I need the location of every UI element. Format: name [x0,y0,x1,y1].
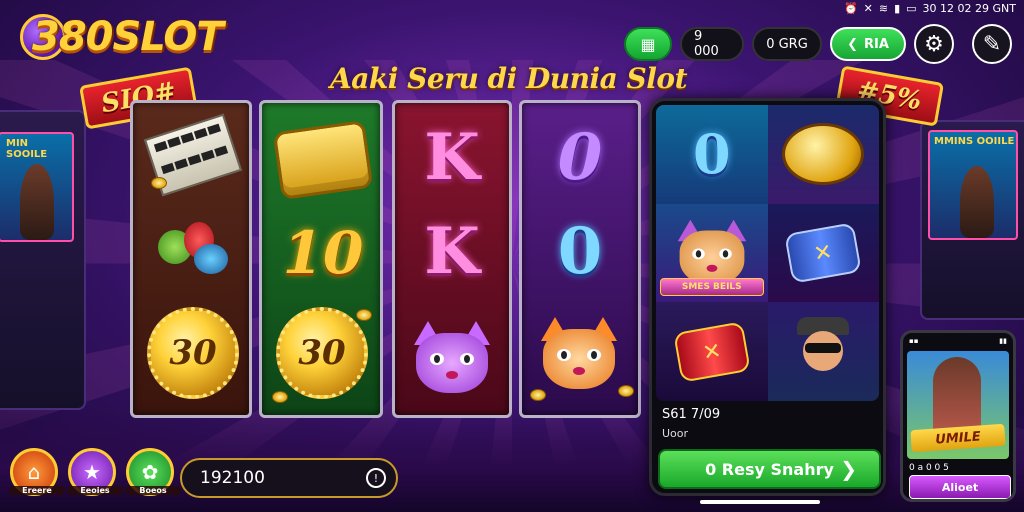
purple-cat-symbol [407,313,497,403]
left-cabinet-person [20,164,54,240]
edit-button[interactable]: ✎ [972,24,1012,64]
coins-display[interactable]: 9 000 [680,27,744,61]
phone-screen: 0 SMES BEILS ✕ ✕ [656,105,879,401]
signal-icon: ▮ [894,1,901,15]
mini-phone-preview: ▪▪ ▮▮ UMILE 0 a 0 0 5 Alioet [900,330,1016,502]
alarm-icon: ⏰ [843,1,858,15]
right-cabinet-person [960,166,994,238]
reel-4: 0 0 [519,100,641,418]
mini-phone-screen: UMILE [907,351,1009,459]
gold-block-symbol [272,117,374,203]
home-icon: ⌂ [27,460,41,484]
left-cabinet-title: MIN SOOILE [6,138,48,160]
phone-cell-cat: SMES BEILS [656,203,768,303]
page-title: Aaki Seru di Dunia Slot [330,62,688,95]
gear-icon: ⚙ [924,31,944,57]
settings-button[interactable]: ⚙ [914,24,954,64]
reel-3: K K [392,100,512,418]
chevron-left-icon: ❮ [847,36,858,52]
o-symbol: 0 [557,119,603,195]
nav-star-label: Eeoies [67,486,123,495]
gems-value: 0 GRG [766,36,808,52]
nav-home-label: Ereere [9,486,65,495]
bottom-nav: ⌂ Ereere ★ Eeoies ✿ Boeos [9,448,181,496]
medal-30-symbol: 30 [145,303,241,403]
gems-display[interactable]: 0 GRG [752,27,822,61]
shop-button[interactable]: ▦ [624,27,672,61]
status-bar: ⏰ ✕ ≋ ▮ ▭ 30 12 02 29 GNT [844,0,1016,16]
o-symbol: 0 [557,213,603,289]
reel-2: 10 30 [259,100,383,418]
phone-cell-o: 0 [656,105,768,204]
reel-1: 30 [130,100,252,418]
right-cabinet-title: MMINS OOIILE [934,136,1015,147]
shop-icon: ▦ [640,34,656,54]
coins-value: 9 000 [694,29,719,59]
logo: 380SLOT [14,6,264,66]
mini-action-button[interactable]: Alioet [909,475,1011,499]
mini-title: UMILE [910,423,1006,453]
phone-cell-drum-red: ✕ [656,302,768,401]
orange-cat-symbol [534,309,624,399]
phone-cell-man [767,302,879,401]
nav-gift-label: Boeos [125,486,181,495]
right-cabinet-screen: MMINS OOIILE [928,130,1018,240]
right-arcade-cabinet: MMINS OOIILE [920,120,1024,320]
mini-status-right: ▮▮ [999,337,1007,345]
gift-icon: ✿ [141,460,159,484]
play-now-button[interactable]: 0 Resy Snahry ❯ [658,449,881,489]
medal-30-label: 30 [147,307,239,399]
nav-star-button[interactable]: ★ Eeoies [67,448,123,496]
back-action-button[interactable]: ❮ RIA [830,27,906,61]
star-icon: ★ [83,460,101,484]
phone-preview: 0 SMES BEILS ✕ ✕ S61 7/09 Uoor 0 Resy Sn… [649,98,886,496]
chevron-right-icon: ❯ [840,457,857,481]
home-indicator [700,500,820,504]
cat-banner-label: SMES BEILS [660,278,764,297]
phone-info-line-1: S61 7/09 [662,407,721,422]
left-cabinet-screen: MIN SOOILE [0,132,74,242]
mute-icon: ✕ [863,1,873,15]
ten-symbol: 10 [282,219,364,287]
battery-icon: ▭ [906,1,917,15]
k-symbol: K [424,213,480,289]
balance-display[interactable]: 192100 ! [180,458,398,498]
left-arcade-cabinet: MIN SOOILE [0,110,86,410]
mini-info: 0 a 0 0 5 [909,463,949,473]
medal-30-symbol: 30 [274,303,370,403]
play-button-label: 0 Resy Snahry [705,459,834,479]
medal-30-label: 30 [276,307,368,399]
phone-info-line-2: Uoor [662,427,689,440]
wifi-icon: ≋ [878,1,889,15]
status-time: 30 12 02 29 GNT [922,1,1016,15]
nav-home-button[interactable]: ⌂ Ereere [9,448,65,496]
top-toolbar: ▦ 9 000 0 GRG ❮ RIA ⚙ ✎ [624,24,1012,64]
k-symbol: K [424,119,480,195]
nav-gift-button[interactable]: ✿ Boeos [125,448,181,496]
phone-cell-drum-blue: ✕ [767,203,879,303]
fruit-symbol [153,213,233,283]
info-icon[interactable]: ! [366,468,386,488]
action-label: RIA [863,36,889,52]
logo-text: 380SLOT [32,14,224,60]
mini-status-left: ▪▪ [909,337,919,345]
balance-value: 192100 [200,468,265,488]
phone-cell-coin [767,105,879,204]
brush-icon: ✎ [982,31,1002,57]
